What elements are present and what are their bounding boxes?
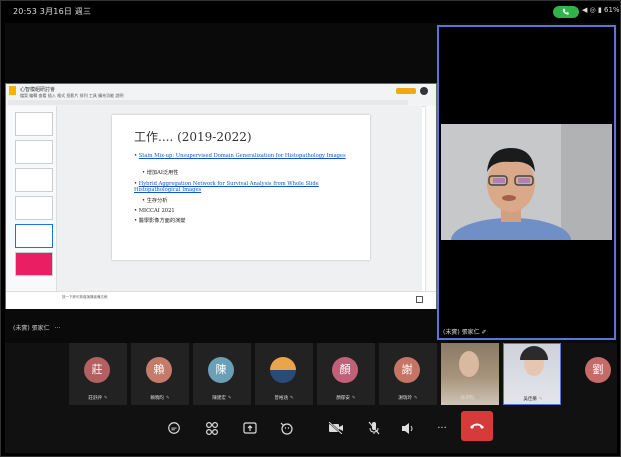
raise-hand-icon[interactable] <box>275 417 297 439</box>
slide-bullet: • Stain Mix-up: Unsupervised Domain Gene… <box>134 153 346 159</box>
slide-canvas: 工作.... (2019-2022) • Stain Mix-up: Unsup… <box>57 106 422 291</box>
speaker-icon[interactable] <box>397 417 419 439</box>
speaker-notes[interactable]: 按一下即可新增演講者備忘稿 <box>6 291 436 309</box>
participants-strip: 莊 莊舒評 ✎ 賴 賴曉昀 ✎ 陳 陳建宏 ✎ 曾裕涵 ✎ 顏 顏郁安 ✎ 謝 謝瑞玲 ✎ … <box>5 343 617 405</box>
meeting-window: 20:53 3月16日 週三 ◀ ◎ ▮ 61% 心智模組研討會 檔案 編輯 查… <box>0 0 621 457</box>
slide-bullet: • 醫學影像方面的演變 <box>134 218 186 224</box>
participant-name: 賴曉昀 ✎ <box>150 396 170 401</box>
participant-video-tile[interactable]: 徐子昀 ✎ <box>441 343 499 405</box>
app-toolbar <box>8 100 408 105</box>
slide-thumb[interactable] <box>15 112 53 136</box>
participant-name: 陳建宏 ✎ <box>212 396 232 401</box>
mic-status-icon: ✎ <box>103 396 108 401</box>
active-call-pill[interactable] <box>553 6 579 18</box>
hang-up-button[interactable] <box>461 411 493 441</box>
chat-icon[interactable] <box>163 417 185 439</box>
slide-thumb[interactable] <box>15 252 53 276</box>
mic-off-icon[interactable] <box>363 417 385 439</box>
slide-thumb[interactable] <box>15 168 53 192</box>
mic-status-icon: ✎ <box>413 396 418 401</box>
slide-thumb-active[interactable] <box>15 224 53 248</box>
participant-avatar: 劉 <box>585 357 611 383</box>
participant-tile[interactable]: 劉 <box>579 343 617 405</box>
status-indicators: ◀ ◎ ▮ 61% <box>582 6 620 14</box>
slide-sub-bullet: • 增加AI泛用性 <box>142 170 179 176</box>
mic-status-icon: ✎ <box>351 396 356 401</box>
app-menu: 檔案 編輯 查看 插入 格式 投影片 排列 工具 擴充功能 說明 <box>20 93 124 98</box>
meeting-stage: 心智模組研討會 檔案 編輯 查看 插入 格式 投影片 排列 工具 擴充功能 說明… <box>5 23 617 343</box>
expand-icon[interactable] <box>416 296 423 303</box>
participant-avatar: 賴 <box>146 357 172 383</box>
slide-thumb[interactable] <box>15 196 53 220</box>
participant-tile[interactable]: 陳 陳建宏 ✎ <box>193 343 251 405</box>
slides-app-header: 心智模組研討會 檔案 編輯 查看 插入 格式 投影片 排列 工具 擴充功能 說明 <box>6 84 436 107</box>
slides-logo-icon <box>9 86 16 95</box>
participant-avatar: 顏 <box>332 357 358 383</box>
participant-name: 謝瑞玲 ✎ <box>398 396 418 401</box>
slide-bullet: • Hybrid Aggregation Network for Surviva… <box>134 181 319 193</box>
participant-name: 徐子昀 ✎ <box>460 396 480 401</box>
shared-screen[interactable]: 心智模組研討會 檔案 編輯 查看 插入 格式 投影片 排列 工具 擴充功能 說明… <box>5 83 437 309</box>
status-time: 20:53 3月16日 週三 <box>13 7 92 16</box>
side-panel-rail <box>425 106 436 291</box>
participant-name: 曾裕涵 ✎ <box>274 396 294 401</box>
participant-tile[interactable]: 謝 謝瑞玲 ✎ <box>379 343 437 405</box>
participant-video-tile[interactable]: 吳佳蓁 ✎ <box>503 343 561 405</box>
participant-tile[interactable]: 莊 莊舒評 ✎ <box>69 343 127 405</box>
mic-status-icon: ✎ <box>289 396 294 401</box>
participant-name: 顏郁安 ✎ <box>336 396 356 401</box>
slide-thumb[interactable] <box>15 140 53 164</box>
participant-video-face <box>459 351 479 377</box>
account-avatar[interactable] <box>420 87 428 95</box>
speaker-video-feed <box>441 124 612 240</box>
participant-avatar: 莊 <box>84 357 110 383</box>
mic-status-icon: ✎ <box>475 396 480 401</box>
mic-status-icon: ✎ <box>165 396 170 401</box>
speaker-name-label: (未實) 張家仁 ✐ <box>443 329 487 336</box>
status-bar: 20:53 3月16日 週三 ◀ ◎ ▮ 61% <box>1 1 620 23</box>
slide-sub-bullet: • 生存分析 <box>142 198 168 204</box>
participant-avatar: 陳 <box>208 357 234 383</box>
participant-avatar-photo <box>270 357 296 383</box>
participant-tile[interactable]: 賴 賴曉昀 ✎ <box>131 343 189 405</box>
speaker-video-image <box>441 124 612 240</box>
call-controls: ··· <box>5 405 617 453</box>
participant-tile[interactable]: 曾裕涵 ✎ <box>255 343 313 405</box>
participant-avatar: 謝 <box>394 357 420 383</box>
share-tile-label: (未實) 張家仁 ··· <box>13 323 60 332</box>
notes-placeholder: 按一下即可新增演講者備忘稿 <box>62 295 108 299</box>
slide-title: 工作.... (2019-2022) <box>134 130 252 144</box>
current-slide: 工作.... (2019-2022) • Stain Mix-up: Unsup… <box>112 115 370 260</box>
share-screen-icon[interactable] <box>239 417 261 439</box>
more-options-button[interactable]: ··· <box>431 417 453 439</box>
mic-status-icon: ✎ <box>538 397 543 402</box>
participant-name: 莊舒評 ✎ <box>88 396 108 401</box>
slideshow-button[interactable] <box>396 88 416 94</box>
participant-video-hair <box>520 346 548 360</box>
mic-status-icon: ✎ <box>227 396 232 401</box>
participant-tile[interactable]: 顏 顏郁安 ✎ <box>317 343 375 405</box>
slide-bullet: • MICCAI 2021 <box>134 208 175 214</box>
slide-thumbnails <box>6 106 57 291</box>
camera-off-icon[interactable] <box>325 417 347 439</box>
participant-name: 吳佳蓁 ✎ <box>523 397 543 402</box>
presenter-name: (未實) 張家仁 <box>13 325 50 332</box>
hang-up-icon <box>470 423 484 429</box>
doc-title: 心智模組研討會 <box>20 87 56 93</box>
people-icon[interactable] <box>201 417 223 439</box>
more-options-icon[interactable]: ··· <box>55 325 61 332</box>
phone-icon <box>562 8 569 15</box>
speaker-video-tile[interactable]: (未實) 張家仁 ✐ <box>437 25 616 340</box>
